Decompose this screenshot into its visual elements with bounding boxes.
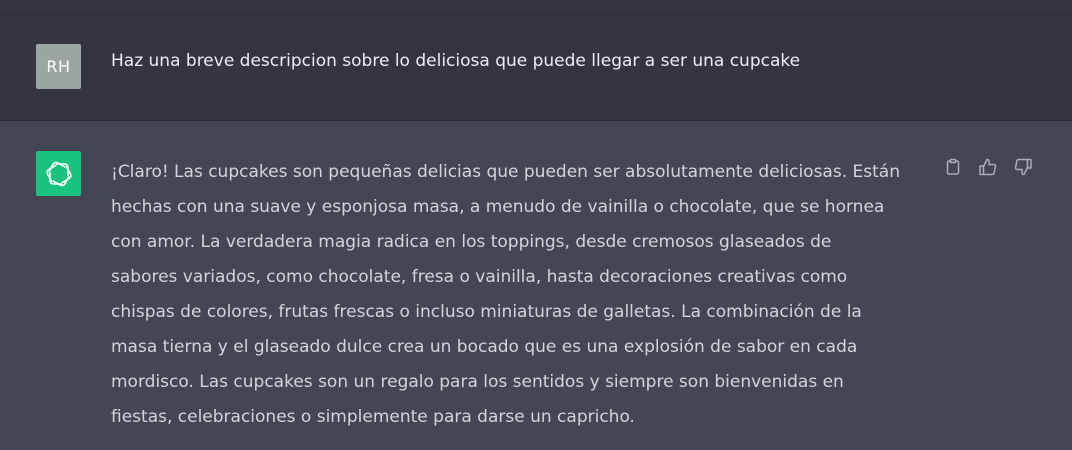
- previous-message-strip: [0, 0, 1072, 15]
- copy-icon: [944, 158, 962, 176]
- thumbs-down-icon: [1013, 157, 1033, 177]
- user-avatar: RH: [36, 44, 81, 89]
- chat-page: RH Haz una breve descripcion sobre lo de…: [0, 0, 1072, 450]
- assistant-message-line: mordisco. Las cupcakes son un regalo par…: [111, 372, 844, 392]
- openai-logo-icon: [44, 159, 74, 189]
- assistant-message-line: hechas con una suave y esponjosa masa, a…: [111, 197, 885, 217]
- assistant-message-line: chispas de colores, frutas frescas o inc…: [111, 302, 862, 322]
- copy-button[interactable]: [941, 155, 965, 179]
- assistant-message-line: fiestas, celebraciones o simplemente par…: [111, 407, 635, 427]
- assistant-message-line: con amor. La verdadera magia radica en l…: [111, 232, 832, 252]
- assistant-message-row: ¡Claro! Las cupcakes son pequeñas delici…: [0, 121, 1072, 450]
- thumbs-up-button[interactable]: [976, 155, 1000, 179]
- thumbs-up-icon: [978, 157, 998, 177]
- assistant-message-line: sabores variados, como chocolate, fresa …: [111, 267, 848, 287]
- user-message-row: RH Haz una breve descripcion sobre lo de…: [0, 15, 1072, 121]
- user-message-text: Haz una breve descripcion sobre lo delic…: [111, 51, 801, 71]
- thumbs-down-button[interactable]: [1011, 155, 1035, 179]
- message-actions: [941, 155, 1035, 179]
- assistant-avatar: [36, 151, 81, 196]
- assistant-message-line: ¡Claro! Las cupcakes son pequeñas delici…: [111, 162, 900, 182]
- assistant-message-line: masa tierna y el glaseado dulce crea un …: [111, 337, 858, 357]
- assistant-message-text: ¡Claro! Las cupcakes son pequeñas delici…: [111, 155, 931, 435]
